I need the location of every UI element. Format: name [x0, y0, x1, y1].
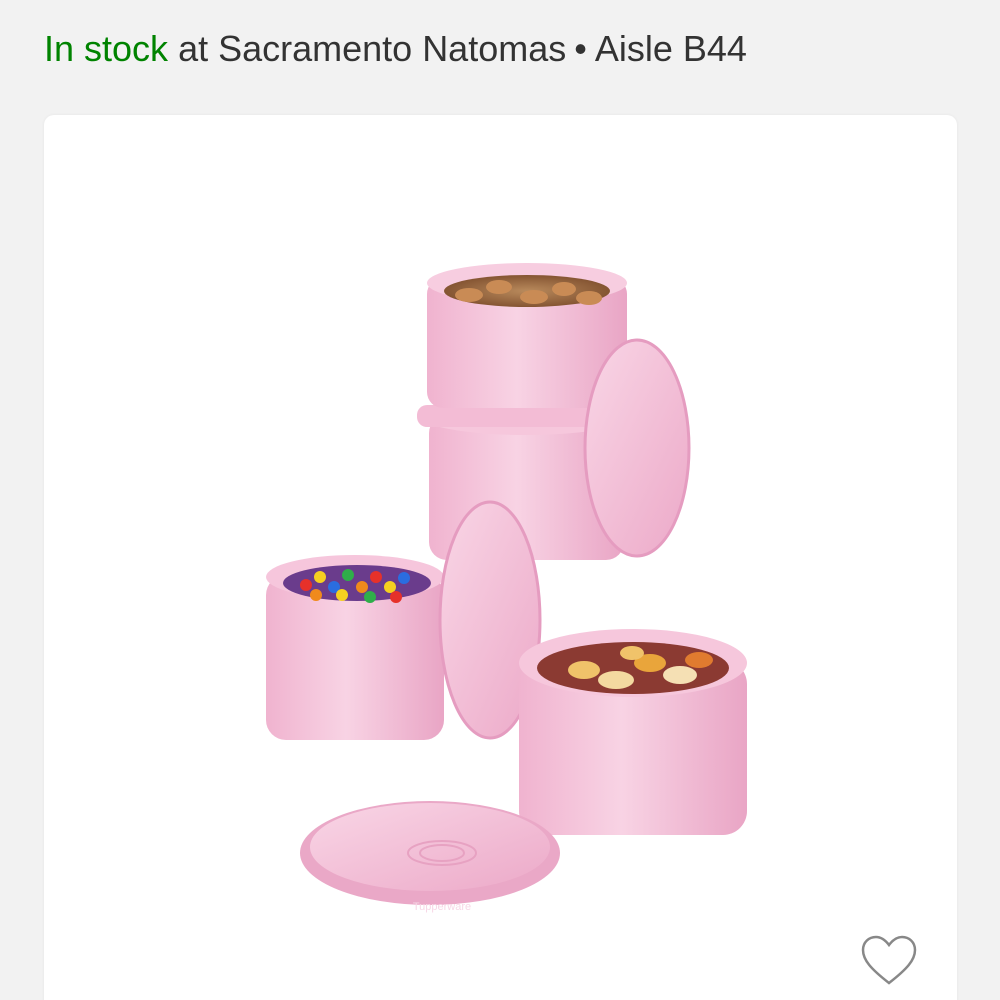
heart-outline-icon	[861, 935, 917, 985]
standing-lid-top	[583, 338, 691, 558]
flat-lid: Tupperware	[300, 801, 560, 913]
product-image-card: Tupperware	[44, 115, 957, 1000]
stock-status: In stock	[44, 28, 169, 69]
product-page: In stock at Sacramento Natomas • Aisle B44	[0, 0, 1000, 1000]
separator-dot: •	[574, 28, 587, 69]
aisle-label: Aisle B44	[594, 28, 747, 69]
store-location[interactable]: at Sacramento Natomas	[178, 28, 566, 69]
product-image[interactable]: Tupperware	[44, 115, 957, 1000]
stock-availability: In stock at Sacramento Natomas • Aisle B44	[44, 26, 747, 72]
brand-watermark: Tupperware	[413, 901, 471, 913]
candy-container	[266, 555, 444, 740]
favorite-button[interactable]	[859, 933, 919, 989]
fruit-container	[519, 629, 747, 835]
